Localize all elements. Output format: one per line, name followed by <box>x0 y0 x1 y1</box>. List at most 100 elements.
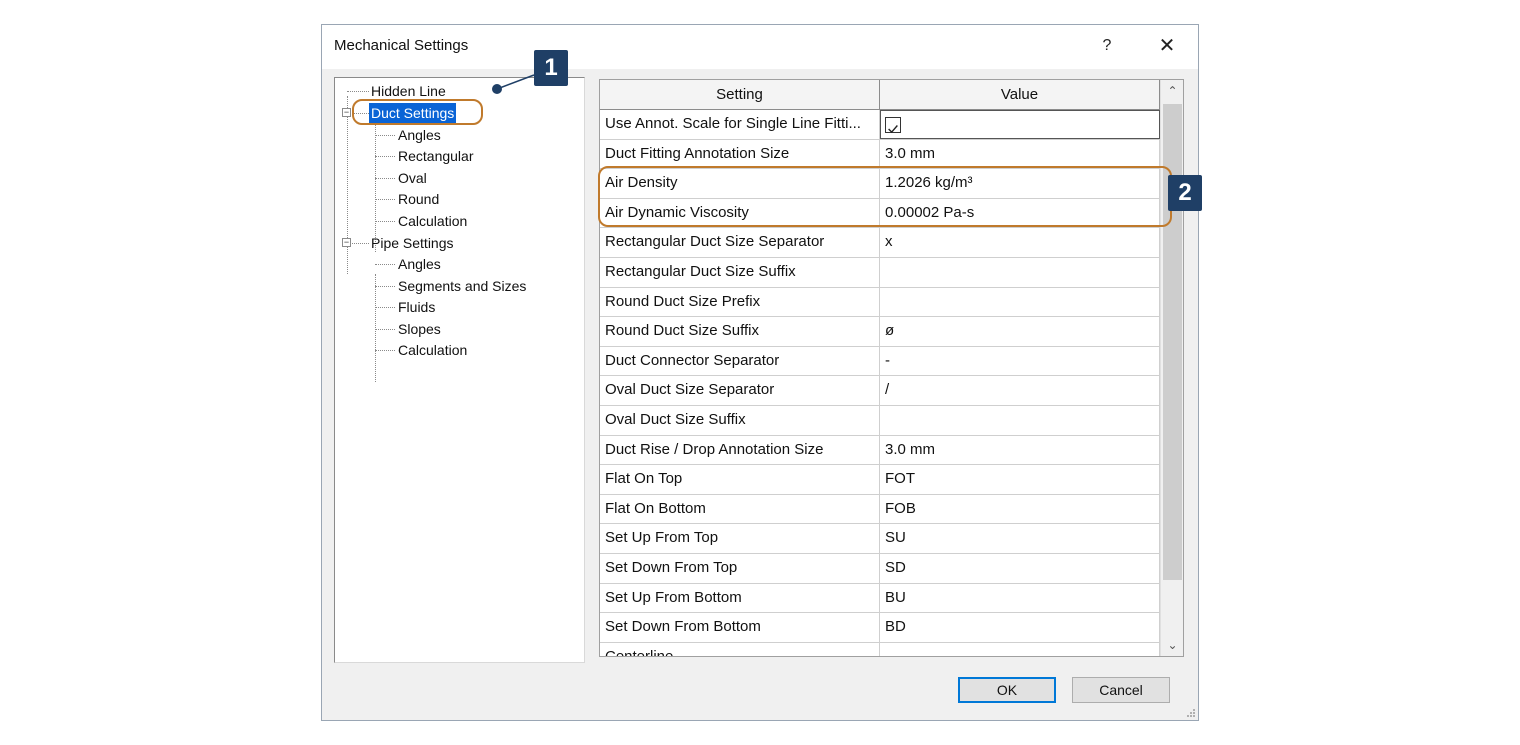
setting-name-cell: Rectangular Duct Size Suffix <box>600 257 880 287</box>
setting-value-cell[interactable] <box>880 287 1160 317</box>
setting-name-cell: Duct Rise / Drop Annotation Size <box>600 435 880 465</box>
setting-value-cell[interactable]: 3.0 mm <box>880 139 1160 169</box>
grid-row[interactable]: Flat On Bottom FOB <box>600 494 1160 525</box>
collapse-pipe-settings-icon[interactable]: − <box>342 238 351 247</box>
setting-name-cell: Set Up From Top <box>600 524 880 553</box>
setting-value-cell[interactable] <box>880 405 1160 435</box>
grid-row[interactable]: Centerline <box>600 642 1160 656</box>
setting-name-cell: Set Up From Bottom <box>600 583 880 613</box>
tree-connector <box>375 286 395 287</box>
close-button[interactable]: ✕ <box>1150 33 1184 59</box>
grid-header: Setting Value <box>600 80 1160 110</box>
help-button[interactable]: ? <box>1090 33 1124 59</box>
grid-row[interactable]: Duct Fitting Annotation Size 3.0 mm <box>600 139 1160 170</box>
setting-value-cell[interactable]: / <box>880 376 1160 405</box>
setting-value-cell[interactable] <box>880 642 1160 656</box>
grid-row[interactable]: Rectangular Duct Size Suffix <box>600 257 1160 288</box>
setting-value-cell[interactable]: 3.0 mm <box>880 435 1160 465</box>
annotation-scale-checkbox[interactable] <box>885 117 901 134</box>
grid-row[interactable]: Rectangular Duct Size Separator x <box>600 228 1160 258</box>
setting-value-cell[interactable]: - <box>880 346 1160 376</box>
setting-value-cell[interactable]: x <box>880 228 1160 257</box>
grid-row[interactable]: Set Down From Bottom BD <box>600 613 1160 643</box>
cancel-button[interactable]: Cancel <box>1072 677 1170 703</box>
setting-name-cell: Use Annot. Scale for Single Line Fitti..… <box>600 110 880 139</box>
tree-item-duct-rectangular[interactable]: Rectangular <box>396 146 476 166</box>
grid-row[interactable]: Set Down From Top SD <box>600 553 1160 584</box>
callout-highlight-air-properties <box>598 166 1172 227</box>
tree-item-pipe-angles[interactable]: Angles <box>396 254 443 274</box>
setting-name-cell: Round Duct Size Suffix <box>600 317 880 346</box>
setting-value-cell[interactable]: FOT <box>880 465 1160 494</box>
setting-name-cell: Oval Duct Size Suffix <box>600 405 880 435</box>
tree-connector <box>347 91 369 92</box>
tree-item-pipe-calculation[interactable]: Calculation <box>396 340 469 360</box>
setting-value-cell[interactable]: FOB <box>880 494 1160 524</box>
tree-connector <box>375 264 395 265</box>
tree-item-duct-oval[interactable]: Oval <box>396 168 429 188</box>
tree-item-pipe-settings[interactable]: Pipe Settings <box>369 233 456 253</box>
tree-connector <box>375 350 395 351</box>
tree-item-pipe-slopes[interactable]: Slopes <box>396 319 443 339</box>
tree-item-pipe-fluids[interactable]: Fluids <box>396 297 437 317</box>
grid-row[interactable]: Round Duct Size Prefix <box>600 287 1160 318</box>
callout-highlight-duct-settings <box>352 99 483 125</box>
setting-name-cell: Duct Fitting Annotation Size <box>600 139 880 169</box>
tree-connector <box>375 221 395 222</box>
scroll-down-arrow-icon[interactable]: ⌄ <box>1161 634 1183 656</box>
column-header-value[interactable]: Value <box>880 80 1160 110</box>
grid-row[interactable]: Flat On Top FOT <box>600 465 1160 495</box>
tree-connector <box>375 156 395 157</box>
setting-name-cell: Set Down From Top <box>600 553 880 583</box>
setting-value-cell[interactable]: SU <box>880 524 1160 553</box>
grid-row[interactable]: Oval Duct Size Suffix <box>600 405 1160 436</box>
dialog-title: Mechanical Settings <box>334 37 469 54</box>
column-header-setting[interactable]: Setting <box>600 80 880 110</box>
tree-connector <box>375 274 376 382</box>
setting-name-cell: Rectangular Duct Size Separator <box>600 228 880 257</box>
grid-row[interactable]: Duct Connector Separator - <box>600 346 1160 377</box>
grid-row[interactable]: Oval Duct Size Separator / <box>600 376 1160 406</box>
ok-button[interactable]: OK <box>958 677 1056 703</box>
grid-row[interactable]: Round Duct Size Suffix ø <box>600 317 1160 347</box>
setting-value-cell[interactable]: BD <box>880 613 1160 642</box>
callout-leader-line <box>492 74 535 94</box>
tree-item-duct-round[interactable]: Round <box>396 189 441 209</box>
setting-name-cell: Oval Duct Size Separator <box>600 376 880 405</box>
setting-name-cell: Flat On Bottom <box>600 494 880 524</box>
setting-name-cell: Duct Connector Separator <box>600 346 880 376</box>
tree-item-pipe-segments-and-sizes[interactable]: Segments and Sizes <box>396 276 528 296</box>
tree-item-duct-angles[interactable]: Angles <box>396 125 443 145</box>
callout-badge-1: 1 <box>534 50 568 86</box>
callout-badge-2: 2 <box>1168 175 1202 211</box>
setting-value-checkbox-cell[interactable] <box>880 110 1160 139</box>
tree-connector <box>347 96 348 274</box>
mechanical-settings-dialog: Mechanical Settings ? ✕ − − Hidden Line … <box>321 24 1199 721</box>
setting-name-cell: Flat On Top <box>600 465 880 494</box>
grid-row[interactable]: Set Up From Bottom BU <box>600 583 1160 614</box>
setting-value-cell[interactable] <box>880 257 1160 287</box>
setting-name-cell: Centerline <box>600 642 880 656</box>
settings-tree: − − Hidden Line Duct Settings Angles Rec… <box>334 77 585 663</box>
setting-name-cell: Set Down From Bottom <box>600 613 880 642</box>
tree-connector <box>375 307 395 308</box>
tree-item-hidden-line[interactable]: Hidden Line <box>369 81 448 101</box>
tree-connector <box>375 178 395 179</box>
tree-item-duct-calculation[interactable]: Calculation <box>396 211 469 231</box>
tree-connector <box>375 135 395 136</box>
tree-connector <box>375 329 395 330</box>
resize-grip-icon[interactable] <box>1186 708 1196 718</box>
scroll-up-arrow-icon[interactable]: ⌃ <box>1161 80 1183 102</box>
setting-value-cell[interactable]: BU <box>880 583 1160 613</box>
checkmark-icon <box>888 125 898 134</box>
grid-row[interactable]: Use Annot. Scale for Single Line Fitti..… <box>600 110 1160 140</box>
setting-name-cell: Round Duct Size Prefix <box>600 287 880 317</box>
tree-connector <box>352 243 369 244</box>
grid-row[interactable]: Duct Rise / Drop Annotation Size 3.0 mm <box>600 435 1160 466</box>
title-bar: Mechanical Settings ? ✕ <box>322 25 1198 69</box>
collapse-duct-settings-icon[interactable]: − <box>342 108 351 117</box>
setting-value-cell[interactable]: SD <box>880 553 1160 583</box>
setting-value-cell[interactable]: ø <box>880 317 1160 346</box>
grid-row[interactable]: Set Up From Top SU <box>600 524 1160 554</box>
tree-connector <box>375 199 395 200</box>
